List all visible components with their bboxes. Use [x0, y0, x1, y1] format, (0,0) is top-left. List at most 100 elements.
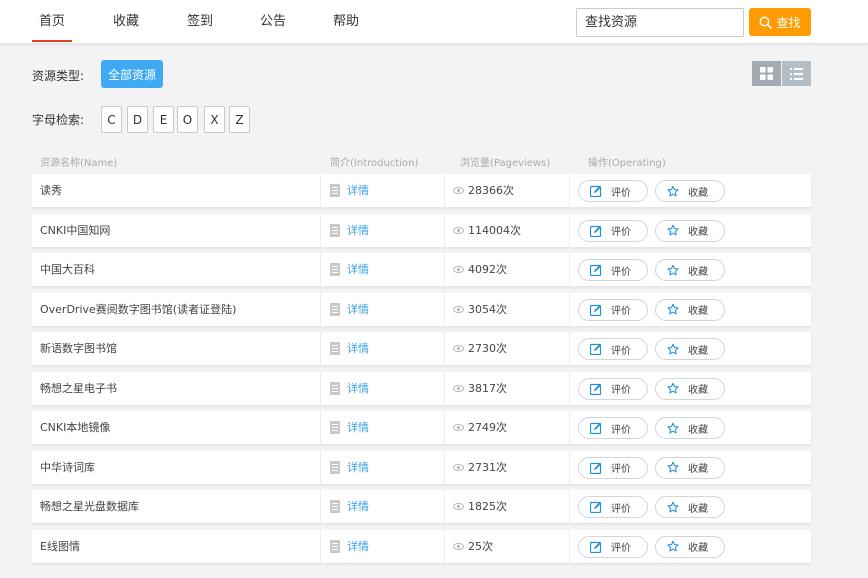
nav-item-help[interactable]: 帮助	[326, 0, 366, 44]
resource-name[interactable]: CNKI中国知网	[40, 214, 110, 248]
list-view-button[interactable]	[782, 61, 811, 86]
detail-link[interactable]: 详情	[347, 214, 369, 248]
column-divider	[444, 529, 445, 564]
table-row: OverDrive赛阅数字图书馆(读者证登陆) 详情 3054次 评价 收藏	[32, 292, 811, 327]
star-icon	[667, 382, 679, 395]
detail-link[interactable]: 详情	[347, 332, 369, 366]
search-input[interactable]	[576, 8, 744, 37]
rate-button[interactable]: 评价	[578, 298, 648, 321]
detail-link[interactable]: 详情	[347, 174, 369, 208]
favorite-button[interactable]: 收藏	[655, 338, 725, 360]
rate-button[interactable]: 评价	[578, 219, 648, 242]
rate-button[interactable]: 评价	[578, 417, 648, 439]
rate-button[interactable]: 评价	[578, 456, 648, 479]
document-icon	[330, 539, 340, 553]
search-icon	[760, 16, 773, 29]
favorite-button[interactable]: 收藏	[655, 180, 725, 202]
nav-item-checkin[interactable]: 签到	[180, 0, 220, 44]
table-row: 中国大百科 详情 4092次 评价 收藏	[32, 253, 811, 287]
rate-label: 评价	[611, 464, 631, 475]
grid-view-button[interactable]	[752, 61, 781, 86]
column-divider	[444, 174, 445, 208]
column-divider	[320, 529, 321, 564]
column-header-intro: 简介(Introduction)	[330, 158, 419, 169]
column-divider	[320, 332, 321, 366]
resource-name[interactable]: 畅想之星光盘数据库	[40, 490, 139, 524]
column-divider	[569, 213, 570, 248]
resource-name[interactable]: E线图情	[40, 530, 80, 564]
search-button[interactable]: 查找	[749, 8, 811, 36]
favorite-button[interactable]: 收藏	[655, 259, 725, 281]
resource-name[interactable]: 畅想之星电子书	[40, 372, 117, 406]
column-divider	[569, 174, 570, 208]
column-divider	[569, 490, 570, 524]
column-divider	[569, 411, 570, 445]
resource-name[interactable]: 中华诗词库	[40, 451, 95, 485]
detail-link[interactable]: 详情	[347, 530, 369, 564]
column-divider	[444, 292, 445, 327]
resource-name[interactable]: 新语数字图书馆	[40, 332, 117, 366]
table-row: 读秀 详情 28366次 评价 收藏	[32, 174, 811, 208]
rate-button[interactable]: 评价	[578, 338, 648, 360]
rate-button[interactable]: 评价	[578, 259, 648, 281]
letter-button-x[interactable]: X	[204, 106, 225, 133]
resource-name[interactable]: CNKI本地镜像	[40, 411, 110, 445]
rate-button[interactable]: 评价	[578, 180, 648, 202]
favorite-label: 收藏	[688, 543, 708, 554]
rate-button[interactable]: 评价	[578, 535, 648, 558]
favorite-button[interactable]: 收藏	[655, 377, 725, 400]
edit-icon	[590, 422, 602, 434]
resource-name[interactable]: 读秀	[40, 174, 62, 208]
resource-name[interactable]: 中国大百科	[40, 253, 95, 287]
resource-type-label: 资源类型:	[32, 69, 85, 83]
pageview-count: 1825次	[468, 500, 507, 513]
letter-button-z[interactable]: Z	[229, 106, 250, 133]
rate-button[interactable]: 评价	[578, 377, 648, 400]
edit-icon	[590, 343, 602, 355]
favorite-button[interactable]: 收藏	[655, 496, 725, 518]
nav-item-home[interactable]: 首页	[32, 0, 72, 44]
letter-button-e[interactable]: E	[153, 106, 174, 133]
detail-link[interactable]: 详情	[347, 490, 369, 524]
letter-button-c[interactable]: C	[101, 106, 122, 133]
table-row: 中华诗词库 详情 2731次 评价 收藏	[32, 450, 811, 485]
edit-icon	[590, 264, 602, 276]
rate-button[interactable]: 评价	[578, 496, 648, 518]
all-resources-button[interactable]: 全部资源	[101, 60, 163, 88]
column-divider	[569, 332, 570, 366]
favorite-label: 收藏	[688, 424, 708, 436]
pageview-count: 114004次	[468, 223, 521, 237]
letter-button-o[interactable]: O	[177, 106, 198, 133]
pageview-count: 28366次	[468, 184, 514, 197]
column-divider	[444, 371, 445, 406]
eye-icon	[453, 463, 464, 471]
favorite-label: 收藏	[688, 266, 708, 278]
favorite-button[interactable]: 收藏	[655, 535, 725, 558]
detail-link[interactable]: 详情	[347, 411, 369, 445]
edit-icon	[590, 304, 602, 316]
favorite-label: 收藏	[688, 187, 708, 199]
favorite-button[interactable]: 收藏	[655, 456, 725, 479]
favorite-button[interactable]: 收藏	[655, 219, 725, 242]
grid-icon	[760, 67, 773, 80]
table-row: CNKI本地镜像 详情 2749次 评价 收藏	[32, 411, 811, 445]
rate-label: 评价	[611, 345, 631, 357]
star-icon	[667, 422, 679, 434]
resource-name[interactable]: OverDrive赛阅数字图书馆(读者证登陆)	[40, 293, 236, 327]
favorite-button[interactable]: 收藏	[655, 417, 725, 439]
star-icon	[667, 461, 679, 474]
nav-item-favorites[interactable]: 收藏	[106, 0, 146, 44]
detail-link[interactable]: 详情	[347, 372, 369, 406]
edit-icon	[590, 185, 602, 197]
detail-link[interactable]: 详情	[347, 451, 369, 485]
nav-item-announcements[interactable]: 公告	[253, 0, 293, 44]
column-divider	[320, 253, 321, 287]
favorite-button[interactable]: 收藏	[655, 298, 725, 321]
eye-icon	[453, 503, 464, 510]
detail-link[interactable]: 详情	[347, 293, 369, 327]
pageview-count: 4092次	[468, 263, 507, 276]
rate-label: 评价	[611, 187, 631, 199]
detail-link[interactable]: 详情	[347, 253, 369, 287]
letter-button-d[interactable]: D	[127, 106, 148, 133]
eye-icon	[453, 384, 464, 392]
